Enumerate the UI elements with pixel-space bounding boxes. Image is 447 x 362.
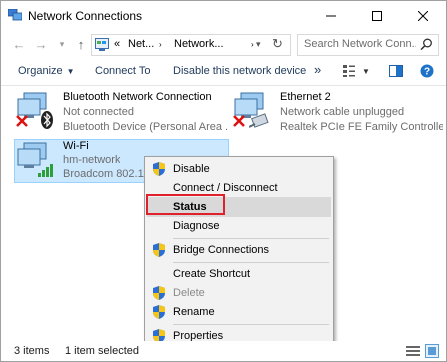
menu-item-bridge-connections[interactable]: Bridge Connections	[147, 240, 331, 260]
disconnected-x-icon	[16, 115, 28, 127]
change-view-icon[interactable]	[342, 64, 356, 78]
menu-separator	[173, 238, 329, 239]
item-status: hm-network	[63, 154, 121, 166]
up-button[interactable]: ↑	[73, 35, 89, 53]
menu-item-disable[interactable]: Disable	[147, 159, 331, 179]
selection-count: 1 item selected	[65, 345, 139, 357]
disconnected-x-icon	[233, 115, 245, 127]
organize-label: Organize	[18, 65, 63, 77]
command-bar: Organize ▼ Connect To Disable this networ…	[1, 59, 446, 86]
back-button[interactable]: ←	[11, 35, 27, 53]
network-connections-app-icon	[8, 9, 22, 21]
menu-item-label: Connect / Disconnect	[173, 182, 278, 194]
menu-item-label: Diagnose	[173, 220, 220, 232]
menu-item-label: Rename	[173, 306, 215, 318]
menu-item-rename[interactable]: Rename	[147, 302, 331, 322]
help-icon[interactable]: ?	[420, 64, 434, 78]
control-panel-icon	[95, 38, 109, 51]
connection-item-bluetooth[interactable]: Bluetooth Network Connection Not connect…	[14, 87, 229, 135]
minimize-icon	[326, 15, 336, 17]
recent-locations-button[interactable]: ▾	[54, 35, 70, 53]
item-name: Ethernet 2	[280, 91, 331, 103]
ethernet-cable-icon	[249, 113, 269, 128]
maximize-icon	[372, 11, 382, 21]
menu-item-delete[interactable]: Delete	[147, 283, 331, 303]
address-bar[interactable]: « Net... › Network... › ▾ ↻	[91, 34, 291, 56]
menu-item-diagnose[interactable]: Diagnose	[147, 216, 331, 236]
bluetooth-icon	[41, 111, 53, 129]
close-button[interactable]	[400, 1, 446, 31]
back-arrow-icon: ←	[12, 36, 26, 52]
menu-item-label: Create Shortcut	[173, 268, 251, 280]
search-placeholder: Search Network Conn...	[304, 38, 416, 50]
menu-item-label: Disable	[173, 163, 210, 175]
up-arrow-icon: ↑	[77, 36, 85, 52]
item-status: Network cable unplugged	[280, 106, 405, 118]
forward-arrow-icon: →	[34, 36, 48, 52]
uac-shield-icon	[153, 243, 165, 257]
breadcrumb-item[interactable]: Net...	[128, 38, 154, 50]
status-highlight-annotation	[146, 194, 225, 215]
address-row: ← → ▾ ↑ « Net... › Network... › ▾ ↻ Sear…	[1, 31, 446, 57]
breadcrumb-item[interactable]: Network...	[174, 38, 224, 50]
svg-text:?: ?	[424, 67, 430, 78]
large-icons-view-icon[interactable]	[425, 344, 439, 358]
item-name: Bluetooth Network Connection	[63, 91, 212, 103]
chevron-down-icon: ▾	[59, 38, 65, 49]
breadcrumb-separator-icon[interactable]: ›	[251, 40, 254, 49]
connection-item-ethernet[interactable]: Ethernet 2 Network cable unplugged Realt…	[231, 87, 443, 135]
item-status: Not connected	[63, 106, 134, 118]
connect-to-button[interactable]: Connect To	[95, 65, 150, 77]
uac-shield-icon	[153, 305, 165, 319]
forward-button[interactable]: →	[33, 35, 49, 53]
item-device: Realtek PCIe FE Family Controller ...	[280, 121, 443, 133]
maximize-button[interactable]	[354, 1, 400, 31]
breadcrumb-separator-icon[interactable]: ›	[159, 40, 162, 49]
item-device: Broadcom 802.11a	[63, 168, 144, 180]
refresh-icon[interactable]: ↻	[272, 36, 283, 52]
network-connections-window: Network Connections ← → ▾ ↑ « Net... › N…	[0, 0, 447, 362]
uac-shield-icon	[153, 286, 165, 300]
menu-separator	[173, 262, 329, 263]
address-dropdown-icon[interactable]: ▾	[256, 39, 261, 50]
search-box[interactable]: Search Network Conn...	[297, 34, 439, 56]
status-bar: 3 items 1 item selected	[1, 341, 446, 361]
item-count: 3 items	[14, 345, 50, 357]
menu-item-label: Bridge Connections	[173, 244, 270, 256]
disable-device-button[interactable]: Disable this network device	[173, 65, 306, 77]
details-view-icon[interactable]	[406, 345, 420, 357]
uac-shield-icon	[153, 162, 165, 176]
view-options-dropdown-icon[interactable]: ▼	[362, 67, 370, 76]
wifi-signal-bars-icon	[38, 164, 53, 177]
menu-separator	[173, 324, 329, 325]
breadcrumb-overflow[interactable]: «	[114, 38, 120, 50]
preview-pane-icon[interactable]	[389, 64, 403, 78]
item-device: Bluetooth Device (Personal Area ...	[63, 121, 228, 133]
close-icon	[418, 11, 428, 21]
window-title: Network Connections	[28, 9, 143, 23]
organize-menu[interactable]: Organize ▼	[18, 65, 75, 77]
more-commands-button[interactable]: »	[314, 62, 321, 77]
title-bar: Network Connections	[1, 1, 446, 31]
minimize-button[interactable]	[308, 1, 354, 31]
chevron-down-icon: ▼	[66, 67, 75, 76]
menu-item-create-shortcut[interactable]: Create Shortcut	[147, 264, 331, 284]
search-icon	[420, 38, 432, 51]
item-name: Wi-Fi	[63, 140, 89, 152]
menu-item-label: Delete	[173, 287, 205, 299]
context-menu: Disable Connect / Disconnect Status Diag…	[144, 156, 334, 351]
